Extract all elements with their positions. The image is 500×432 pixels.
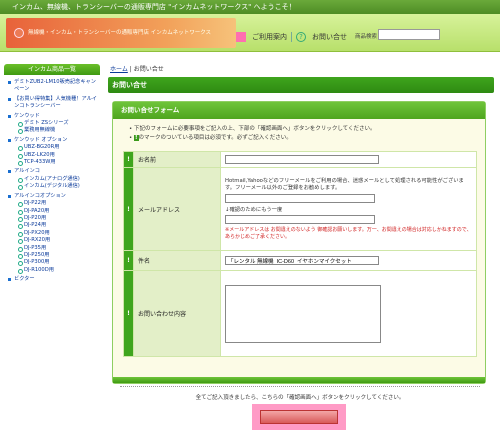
message-label: お問い合わせ内容 [133,270,221,357]
site-logo[interactable]: 無線機・インカム・トランシーバーの通販専門店 インカムネットワークス [6,18,236,48]
form-notes: 下記のフォームに必要事項をご記入の上、下部の「確認画面へ」ボタンをクリックしてく… [113,119,485,143]
sidebar-item[interactable]: DJ-P24用 [8,222,100,230]
message-textarea[interactable] [225,284,381,343]
required-mark: ! [123,151,134,168]
required-mark: ! [123,250,134,271]
submit-instructions: 全てご記入頂きましたら、こちらの「確認画面へ」ボタンをクリックしてください。 [195,395,405,401]
sidebar-item[interactable]: DJ-R100D用 [8,267,100,275]
sidebar-item[interactable]: DJ-RX20用 [8,237,100,245]
sidebar-item[interactable]: UBZ-LK20用 [8,152,100,160]
form-note-2: !のマークのついている項目は必須です。必ずご記入ください。 [129,134,485,143]
form-row-email: ! メールアドレス Hotmail,Yahooなどのフリーメールをご利用の場合、… [123,167,477,251]
sidebar-category[interactable]: ケンウッド [8,113,100,120]
pink-square-icon [236,32,246,42]
sidebar-item[interactable]: DJ-P35用 [8,245,100,252]
sidebar-category[interactable]: アルインコ [8,168,100,175]
header-separator [291,32,292,42]
form-row-name: ! お名前 [123,151,477,168]
required-mark: ! [123,270,134,357]
sidebar-category[interactable]: 【お買い得特集】人気機種！アルインコトランシーバー [8,96,100,111]
sidebar-item[interactable]: TCP-433W用 [8,159,100,167]
breadcrumb-home-link[interactable]: ホーム [110,66,128,73]
confirm-button[interactable] [260,410,338,424]
sidebar-category[interactable]: デミトZUB2-LM10販売記念キャンペーン [8,79,100,94]
name-field[interactable] [225,155,379,164]
sidebar-category[interactable]: ビクター [8,276,100,283]
welcome-strip: インカム、無線機、トランシーバーの通販専門店 "インカムネットワークス" へよう… [0,0,500,14]
header-links: ご利用案内 ? お問い合せ [236,30,347,44]
divider [120,386,480,387]
sidebar-item[interactable]: DJ-P300用 [8,259,100,267]
breadcrumb-separator: | [129,66,132,73]
required-mark: ! [123,167,134,251]
sidebar-item[interactable]: DJ-P20用 [8,215,100,223]
sidebar-item[interactable]: DJ-PA20用 [8,208,100,215]
email-confirm-field[interactable] [225,214,375,224]
form-row-message: ! お問い合わせ内容 [123,270,477,357]
subject-field[interactable] [225,256,379,265]
name-label: お名前 [133,151,221,168]
sidebar-item[interactable]: UBZ-BG20R用 [8,144,100,152]
sidebar-item[interactable]: 業務用無線機 [8,127,100,135]
sidebar-item[interactable]: DJ-P250用 [8,252,100,260]
form-title: お問い合せフォーム [113,102,485,119]
contact-link[interactable]: お問い合せ [312,32,347,42]
form-bottom-bar [113,377,485,383]
email-warning: ※メールアドレスは お間違えのないよう 御確認お願いします。万一、お間違えの場合… [225,226,472,240]
form-note-1: 下記のフォームに必要事項をご記入の上、下部の「確認画面へ」ボタンをクリックしてく… [129,125,485,134]
email-field[interactable] [225,193,375,203]
subject-label: 件名 [133,250,221,271]
page-title: お問い合せ [108,77,494,93]
sidebar: インカム商品一覧 デミトZUB2-LM10販売記念キャンペーン 【お買い得特集】人… [4,64,100,284]
sidebar-item[interactable]: インカム(デジタル通信) [8,183,100,191]
sidebar-category[interactable]: アルインコオプション [8,193,100,200]
sidebar-item[interactable]: DJ-P22用 [8,200,100,208]
site-header: 無線機・インカム・トランシーバーの通販専門店 インカムネットワークス ご利用案内… [0,14,500,52]
question-icon: ? [296,32,306,42]
search-input[interactable] [378,29,440,40]
logo-text: 無線機・インカム・トランシーバーの通販専門店 インカムネットワークス [28,30,212,36]
sidebar-item[interactable]: DJ-PX20用 [8,230,100,238]
search-label: 商品検索 [355,34,378,40]
form-table: ! お名前 ! メールアドレス Hotmail,Yahooなどのフリーメールをご… [123,151,477,357]
guide-link[interactable]: ご利用案内 [252,32,287,42]
logo-icon [14,28,24,38]
email-confirm-label: ↓確認のためにもう一度 [225,206,283,213]
sidebar-list: デミトZUB2-LM10販売記念キャンペーン 【お買い得特集】人気機種！アルインコ… [4,75,100,284]
breadcrumb: ホーム | お問い合せ [110,64,164,73]
email-label: メールアドレス [133,167,221,251]
form-row-subject: ! 件名 [123,250,477,271]
breadcrumb-current: お問い合せ [133,66,164,73]
email-help-text: Hotmail,Yahooなどのフリーメールをご利用の場合、迷惑メールとして処理… [225,177,464,191]
confirm-area [252,404,346,430]
sidebar-heading: インカム商品一覧 [4,64,100,75]
contact-form: お問い合せフォーム 下記のフォームに必要事項をご記入の上、下部の「確認画面へ」ボ… [112,101,486,384]
